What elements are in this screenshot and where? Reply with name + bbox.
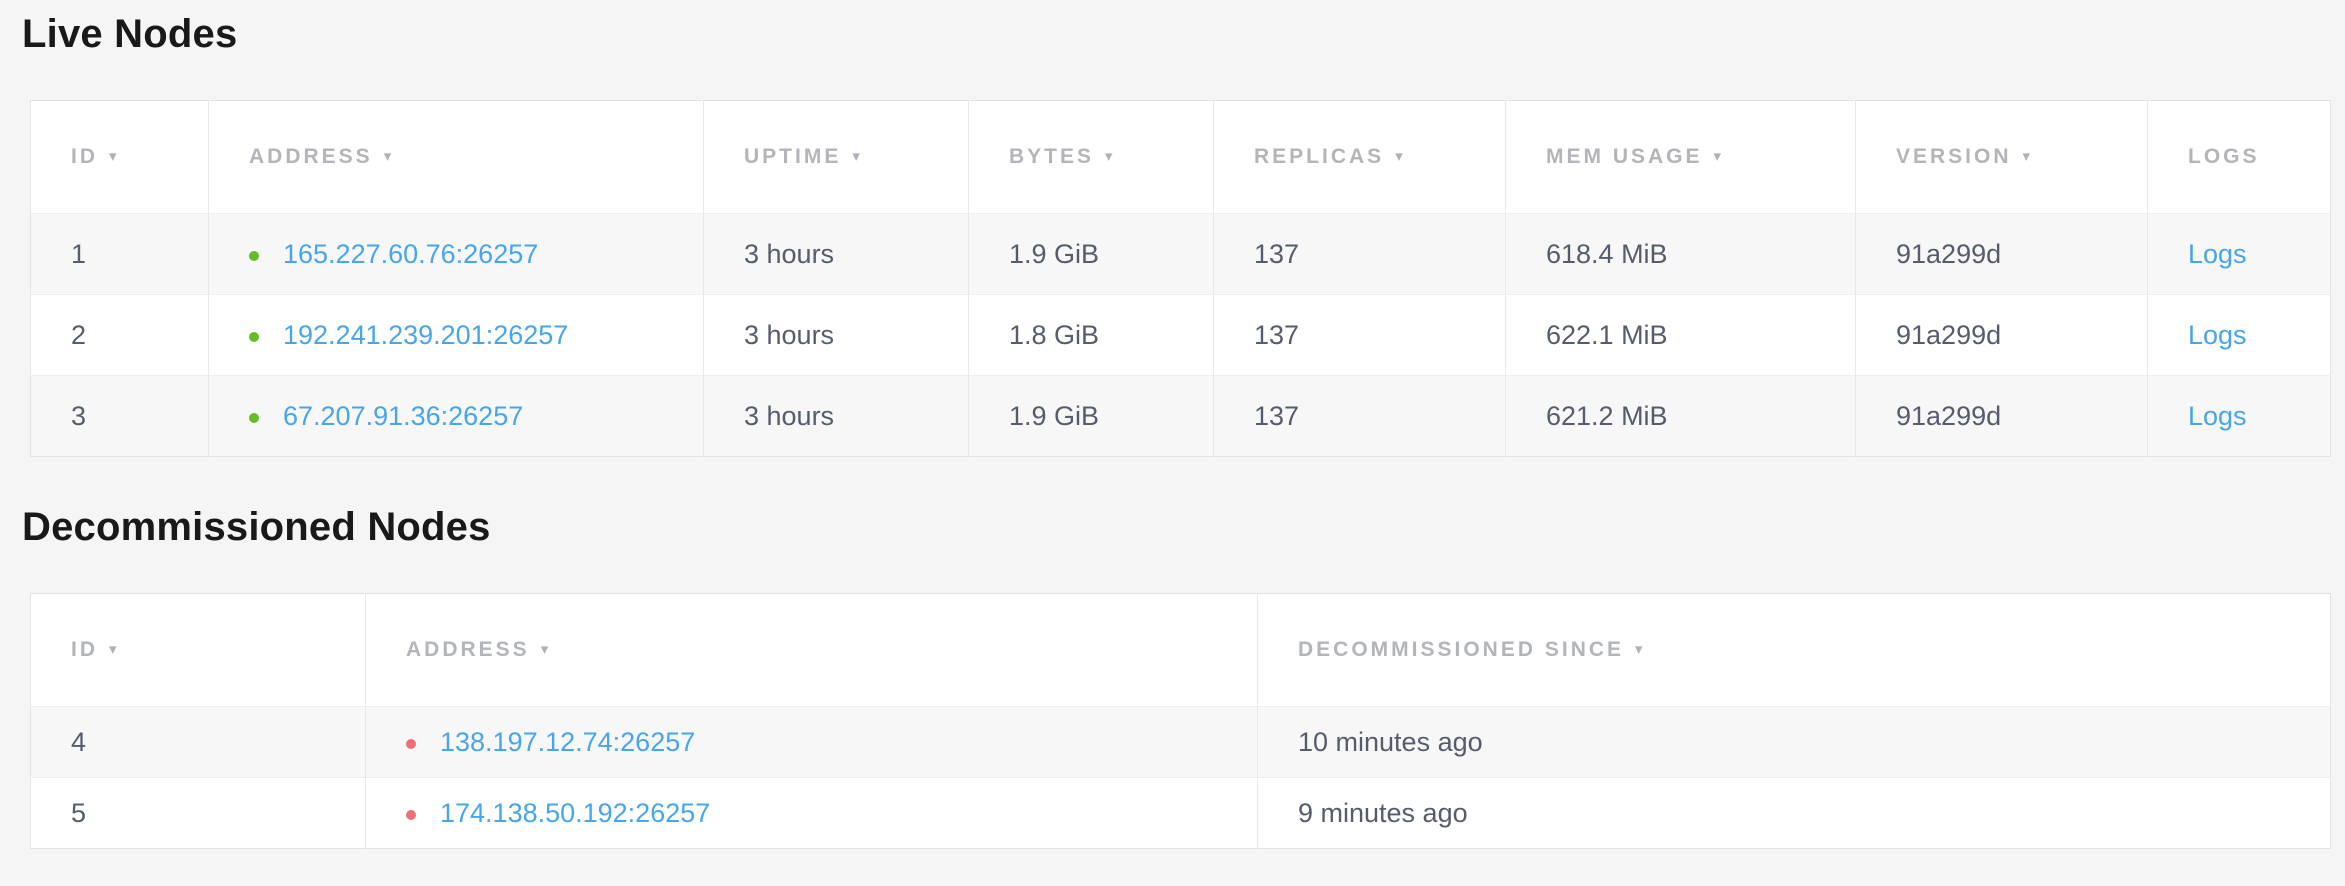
live-node-row: 3 67.207.91.36:26257 3 hours 1.9 GiB 137… [31, 376, 2331, 457]
version-cell: 91a299d [1856, 295, 2148, 376]
column-header-label: ADDRESS [249, 145, 373, 168]
address-cell: 192.241.239.201:26257 [209, 295, 704, 376]
column-header-mem-usage[interactable]: MEM USAGE ▾ [1506, 101, 1856, 214]
decommissioned-nodes-section: Decommissioned Nodes ID ▾ ADDRESS ▾ DECOMM… [0, 503, 2345, 849]
column-header-label: ADDRESS [406, 638, 530, 661]
decommissioned-since-cell: 10 minutes ago [1258, 707, 2331, 778]
replicas-cell: 137 [1214, 214, 1506, 295]
node-address-link[interactable]: 174.138.50.192:26257 [440, 798, 710, 828]
version-cell: 91a299d [1856, 214, 2148, 295]
id-cell: 5 [31, 778, 366, 849]
decommissioned-node-row: 5 174.138.50.192:26257 9 minutes ago [31, 778, 2331, 849]
sort-arrow-icon: ▾ [1714, 147, 1725, 165]
nodes-overview-page: Live Nodes ID ▾ ADDRESS ▾ UPTIME ▾ [0, 0, 2345, 849]
node-address-link[interactable]: 192.241.239.201:26257 [283, 320, 568, 350]
logs-cell: Logs [2148, 376, 2331, 457]
live-nodes-section: Live Nodes ID ▾ ADDRESS ▾ UPTIME ▾ [0, 0, 2345, 457]
node-logs-link[interactable]: Logs [2188, 320, 2247, 350]
live-nodes-table: ID ▾ ADDRESS ▾ UPTIME ▾ BYTES ▾ REPLICAS ▾ [30, 100, 2331, 457]
column-header-address[interactable]: ADDRESS ▾ [366, 594, 1258, 707]
address-cell: 138.197.12.74:26257 [366, 707, 1258, 778]
column-header-label: REPLICAS [1254, 145, 1384, 168]
live-nodes-header-row: ID ▾ ADDRESS ▾ UPTIME ▾ BYTES ▾ REPLICAS ▾ [31, 101, 2331, 214]
column-header-label: LOGS [2188, 145, 2260, 168]
sort-arrow-icon: ▾ [541, 640, 552, 658]
sort-arrow-icon: ▾ [2023, 147, 2034, 165]
column-header-version[interactable]: VERSION ▾ [1856, 101, 2148, 214]
sort-arrow-icon: ▾ [852, 147, 863, 165]
node-address-link[interactable]: 138.197.12.74:26257 [440, 727, 695, 757]
node-address-link[interactable]: 67.207.91.36:26257 [283, 401, 523, 431]
bytes-cell: 1.9 GiB [969, 214, 1214, 295]
uptime-cell: 3 hours [704, 376, 969, 457]
address-cell: 67.207.91.36:26257 [209, 376, 704, 457]
node-live-icon [249, 332, 259, 342]
live-node-row: 2 192.241.239.201:26257 3 hours 1.8 GiB … [31, 295, 2331, 376]
column-header-label: ID [71, 638, 98, 661]
decommissioned-since-cell: 9 minutes ago [1258, 778, 2331, 849]
id-cell: 2 [31, 295, 209, 376]
id-cell: 1 [31, 214, 209, 295]
version-cell: 91a299d [1856, 376, 2148, 457]
live-nodes-title: Live Nodes [22, 0, 2345, 58]
node-live-icon [249, 251, 259, 261]
uptime-cell: 3 hours [704, 214, 969, 295]
live-node-row: 1 165.227.60.76:26257 3 hours 1.9 GiB 13… [31, 214, 2331, 295]
column-header-decommissioned-since[interactable]: DECOMMISSIONED SINCE ▾ [1258, 594, 2331, 707]
decommissioned-nodes-title: Decommissioned Nodes [22, 503, 2345, 551]
column-header-address[interactable]: ADDRESS ▾ [209, 101, 704, 214]
address-cell: 174.138.50.192:26257 [366, 778, 1258, 849]
mem-usage-cell: 621.2 MiB [1506, 376, 1856, 457]
sort-arrow-icon: ▾ [1105, 147, 1116, 165]
sort-arrow-icon: ▾ [384, 147, 395, 165]
column-header-label: DECOMMISSIONED SINCE [1298, 638, 1624, 661]
column-header-bytes[interactable]: BYTES ▾ [969, 101, 1214, 214]
bytes-cell: 1.8 GiB [969, 295, 1214, 376]
uptime-cell: 3 hours [704, 295, 969, 376]
column-header-uptime[interactable]: UPTIME ▾ [704, 101, 969, 214]
column-header-label: UPTIME [744, 145, 841, 168]
mem-usage-cell: 618.4 MiB [1506, 214, 1856, 295]
replicas-cell: 137 [1214, 295, 1506, 376]
logs-cell: Logs [2148, 295, 2331, 376]
decommissioned-nodes-table: ID ▾ ADDRESS ▾ DECOMMISSIONED SINCE ▾ 4 138… [30, 593, 2331, 849]
mem-usage-cell: 622.1 MiB [1506, 295, 1856, 376]
node-decommissioned-icon [406, 739, 416, 749]
sort-arrow-icon: ▾ [1635, 640, 1646, 658]
column-header-logs: LOGS [2148, 101, 2331, 214]
node-logs-link[interactable]: Logs [2188, 401, 2247, 431]
address-cell: 165.227.60.76:26257 [209, 214, 704, 295]
sort-arrow-icon: ▾ [1395, 147, 1406, 165]
sort-arrow-icon: ▾ [109, 147, 120, 165]
node-logs-link[interactable]: Logs [2188, 239, 2247, 269]
node-address-link[interactable]: 165.227.60.76:26257 [283, 239, 538, 269]
column-header-replicas[interactable]: REPLICAS ▾ [1214, 101, 1506, 214]
column-header-id[interactable]: ID ▾ [31, 101, 209, 214]
replicas-cell: 137 [1214, 376, 1506, 457]
column-header-label: BYTES [1009, 145, 1094, 168]
bytes-cell: 1.9 GiB [969, 376, 1214, 457]
node-decommissioned-icon [406, 810, 416, 820]
decommissioned-nodes-header-row: ID ▾ ADDRESS ▾ DECOMMISSIONED SINCE ▾ [31, 594, 2331, 707]
id-cell: 4 [31, 707, 366, 778]
node-live-icon [249, 413, 259, 423]
column-header-label: VERSION [1896, 145, 2012, 168]
decommissioned-node-row: 4 138.197.12.74:26257 10 minutes ago [31, 707, 2331, 778]
id-cell: 3 [31, 376, 209, 457]
column-header-label: ID [71, 145, 98, 168]
column-header-id[interactable]: ID ▾ [31, 594, 366, 707]
column-header-label: MEM USAGE [1546, 145, 1703, 168]
sort-arrow-icon: ▾ [109, 640, 120, 658]
logs-cell: Logs [2148, 214, 2331, 295]
